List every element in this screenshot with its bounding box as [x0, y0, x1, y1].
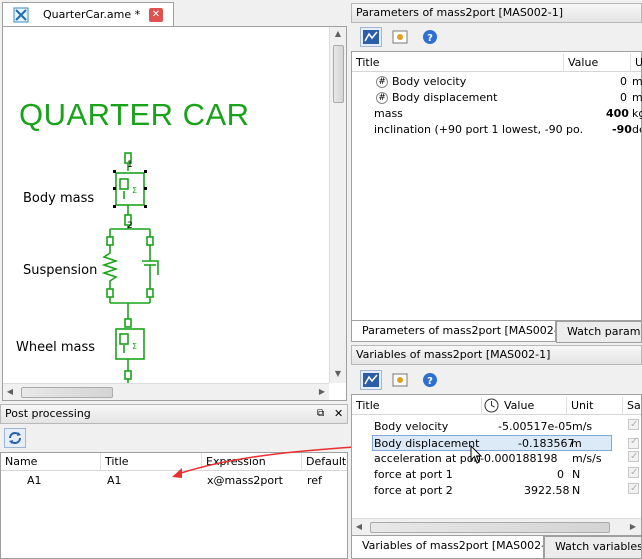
vars-toolbar: ?	[351, 366, 642, 394]
hash-icon: #	[376, 76, 388, 88]
help-icon: ?	[423, 30, 437, 44]
editor-tab-title: QuarterCar.ame *	[43, 8, 141, 21]
scroll-left-icon[interactable]: ◀	[3, 385, 17, 399]
params-table[interactable]: Title Value U # Body velocity 0 m # Body…	[351, 51, 642, 321]
editor-horizontal-scrollbar[interactable]: ◀ ▶	[3, 383, 329, 400]
col-unit[interactable]: U	[631, 54, 642, 72]
col-unit[interactable]: Unit	[567, 397, 623, 415]
vars-header: Title Value Unit Sa	[352, 397, 641, 415]
app-icon	[13, 7, 29, 23]
scroll-left-icon[interactable]: ◀	[352, 520, 366, 534]
svg-text:?: ?	[427, 33, 433, 44]
table-row[interactable]: # Body displacement 0 m	[352, 90, 642, 106]
col-save[interactable]: Sa	[623, 397, 641, 415]
params-export-button[interactable]	[389, 27, 411, 47]
hash-icon: #	[376, 92, 388, 104]
vars-help-button[interactable]: ?	[419, 370, 441, 390]
params-help-button[interactable]: ?	[419, 27, 441, 47]
label-suspension: Suspension	[23, 263, 98, 278]
post-processing-title: Post processing	[5, 407, 91, 420]
table-row[interactable]: force at port 1 0 N	[352, 465, 641, 483]
params-titlebar: Parameters of mass2port [MAS002-1]	[351, 3, 642, 23]
save-checkbox[interactable]	[628, 436, 639, 449]
scroll-thumb[interactable]	[333, 45, 344, 103]
save-checkbox[interactable]	[628, 465, 639, 481]
svg-text:?: ?	[427, 376, 433, 387]
table-row-selected[interactable]: Body displacement -0.183567 m	[372, 435, 612, 451]
col-name[interactable]: Name	[1, 453, 101, 471]
chart-icon	[363, 373, 379, 387]
scroll-right-icon[interactable]: ▶	[315, 385, 329, 399]
vars-table[interactable]: Title Value Unit Sa Body velocity -5.005…	[351, 394, 642, 536]
svg-text:Σ: Σ	[132, 342, 137, 351]
quarter-car-schematic[interactable]: Σ Σ	[98, 149, 168, 389]
table-row[interactable]: force at port 2 3922.58 N	[352, 481, 641, 499]
close-tab-icon[interactable]: ✕	[149, 8, 163, 22]
label-body-mass: Body mass	[23, 191, 95, 206]
scroll-thumb-h[interactable]	[21, 387, 113, 398]
chart-icon	[363, 30, 379, 44]
col-value[interactable]: Value	[500, 397, 567, 415]
diagram-heading: QUARTER CAR	[19, 97, 250, 132]
table-row[interactable]: Body velocity -5.00517e-05 m/s	[352, 417, 641, 435]
vars-export-button[interactable]	[389, 370, 411, 390]
params-toolbar: ?	[351, 23, 642, 51]
params-title: Parameters of mass2port [MAS002-1]	[356, 6, 564, 19]
tab-watch-variables[interactable]: Watch variables	[544, 536, 642, 559]
scroll-thumb-h[interactable]	[370, 522, 610, 533]
port-label-2: 2	[127, 221, 133, 231]
label-wheel-mass: Wheel mass	[16, 340, 96, 355]
editor-tab[interactable]: QuarterCar.ame * ✕	[2, 2, 174, 26]
vars-chart-button[interactable]	[360, 370, 382, 390]
tab-variables[interactable]: Variables of mass2port [MAS002-1]	[351, 536, 544, 559]
vars-titlebar: Variables of mass2port [MAS002-1]	[351, 345, 642, 365]
table-row[interactable]: inclination (+90 port 1 lowest, -90 po..…	[352, 122, 641, 138]
table-row[interactable]: # Body velocity 0 m	[352, 74, 642, 90]
params-header: Title Value U	[352, 54, 642, 72]
col-title[interactable]: Title	[352, 54, 564, 72]
help-icon: ?	[423, 373, 437, 387]
diagram-canvas[interactable]: QUARTER CAR Body mass Suspension Wheel m…	[2, 26, 347, 401]
svg-text:Σ: Σ	[132, 186, 137, 195]
table-row[interactable]: mass 400 kg	[352, 106, 642, 122]
refresh-button[interactable]	[4, 428, 26, 448]
port-label-1: 1	[127, 160, 133, 170]
export-icon	[392, 30, 408, 44]
mouse-cursor	[470, 445, 483, 464]
save-checkbox[interactable]	[628, 417, 639, 433]
col-value[interactable]: Value	[564, 54, 631, 72]
clock-icon	[484, 397, 500, 415]
tab-parameters[interactable]: Parameters of mass2port [MAS002-1]	[351, 321, 556, 342]
scroll-down-icon[interactable]: ▼	[331, 367, 345, 381]
table-row[interactable]: acceleration at port 1 -0.000188198 m/s/…	[352, 449, 641, 467]
params-chart-button[interactable]	[360, 27, 382, 47]
save-checkbox[interactable]	[628, 449, 639, 465]
vars-title: Variables of mass2port [MAS002-1]	[356, 348, 551, 361]
scroll-right-icon[interactable]: ▶	[626, 520, 640, 534]
save-checkbox[interactable]	[628, 481, 639, 497]
scroll-up-icon[interactable]: ▲	[331, 27, 345, 41]
tab-watch-parameters[interactable]: Watch paramet	[556, 321, 642, 343]
vars-horizontal-scrollbar[interactable]: ◀ ▶	[352, 518, 641, 535]
refresh-icon	[9, 432, 21, 444]
export-icon	[392, 373, 408, 387]
col-title[interactable]: Title	[352, 397, 482, 415]
editor-vertical-scrollbar[interactable]: ▲ ▼	[329, 27, 346, 383]
